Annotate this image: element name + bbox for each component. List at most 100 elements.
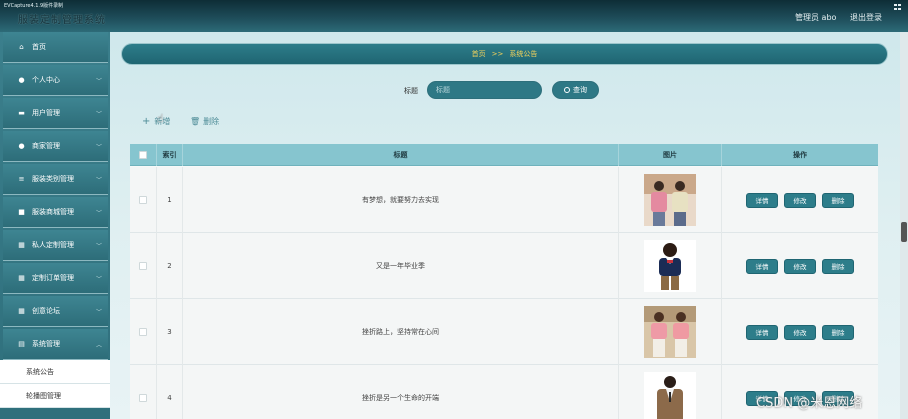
search-icon [564,87,570,93]
pin-icon: ● [18,142,25,150]
row-actions: 详情 修改 删除 [722,167,878,233]
main-content: 首页 >> 系统公告 标题 查询 + 新增 🗑 删除 ☝ 索引 标题 图片 操作… [110,32,908,419]
sidebar-item-merchants[interactable]: ● 商家管理 ﹀ [3,131,108,162]
plus-icon: + [142,116,151,127]
clothing-thumbnail [644,372,696,419]
chevron-down-icon: ﹀ [95,210,102,217]
row-title: 挫折是另一个生命的开端 [183,365,619,419]
table-row: 3 挫折路上，坚持常在心间 详情 修改 删除 [130,299,878,365]
row-select[interactable] [130,233,157,299]
header-actions: 操作 [793,151,807,159]
announcement-table: 索引 标题 图片 操作 1 有梦想，就要努力去实现 详情 修改 删除 2 又是一… [130,144,878,419]
edit-button[interactable]: 修改 [784,258,816,274]
header-title: 标题 [183,144,619,166]
app-title: 服装定制管理系统 [18,15,106,26]
row-title: 有梦想，就要努力去实现 [183,167,619,233]
sidebar-item-profile[interactable]: ● 个人中心 ﹀ [3,65,108,96]
breadcrumb-home[interactable]: 首页 [472,49,486,59]
sidebar-item-home[interactable]: ⌂ 首页 [3,32,108,63]
scrollbar-thumb[interactable] [901,222,907,242]
sidebar-item-label: 定制订单管理 [32,274,74,282]
row-image-cell [619,299,722,365]
detail-button[interactable]: 详情 [746,258,778,274]
window-grid-icon[interactable] [894,4,902,11]
breadcrumb: 首页 >> 系统公告 [121,43,888,65]
row-index: 2 [157,233,183,299]
grid-icon: ▦ [18,274,25,282]
sidebar-item-label: 首页 [32,43,46,51]
detail-button[interactable]: 详情 [746,324,778,340]
edit-button[interactable]: 修改 [784,192,816,208]
sidebar-subitem-announcements[interactable]: 系统公告 [0,360,110,384]
header-image: 图片 [619,144,722,166]
sidebar-item-clothing-mall[interactable]: ■ 服装商城管理 ﹀ [3,197,108,228]
book-icon: ■ [18,208,25,216]
delete-button[interactable]: 删除 [822,258,854,274]
clothing-thumbnail [644,240,696,292]
chevron-down-icon: ﹀ [95,144,102,151]
batch-delete-button[interactable]: 🗑 删除 [190,116,219,127]
hand-cursor-icon: ☝ [157,112,164,125]
select-all-checkbox[interactable] [139,151,147,159]
current-user: 管理员 abo [795,13,837,22]
sidebar-item-users[interactable]: ▬ 用户管理 ﹀ [3,98,108,129]
chevron-down-icon: ﹀ [95,243,102,250]
sidebar-item-clothing-category[interactable]: ≡ 服装类别管理 ﹀ [3,164,108,195]
detail-button[interactable]: 详情 [746,192,778,208]
clothing-thumbnail [644,306,696,358]
logout-link[interactable]: 退出登录 [850,12,882,23]
sliders-icon: ≡ [18,175,25,183]
search-label: 标题 [404,87,418,95]
table-header: 索引 标题 图片 操作 [130,144,878,166]
sidebar-item-forum[interactable]: ▦ 创意论坛 ﹀ [3,296,108,327]
top-bar: EVCapture4.1.9版件录制 服装定制管理系统 管理员 abo 退出登录 [0,0,908,32]
sidebar-item-private-custom[interactable]: ▦ 私人定制管理 ﹀ [3,230,108,261]
header-index: 索引 [157,144,183,166]
trash-icon: 🗑 [190,117,201,126]
row-actions: 详情 修改 删除 [722,299,878,365]
delete-button[interactable]: 删除 [822,192,854,208]
server-icon: ▤ [18,340,25,348]
home-icon: ⌂ [19,43,24,51]
row-select[interactable] [130,299,157,365]
delete-button[interactable]: 删除 [822,324,854,340]
breadcrumb-current: 系统公告 [509,50,538,58]
breadcrumb-separator: >> [491,50,504,58]
user-icon: ● [18,76,25,84]
search-button[interactable]: 查询 [552,81,599,99]
edit-button[interactable]: 修改 [784,324,816,340]
sidebar-item-label: 服装类别管理 [32,175,74,183]
row-select[interactable] [130,365,157,419]
chevron-down-icon: ﹀ [95,309,102,316]
row-checkbox[interactable] [139,394,147,402]
row-checkbox[interactable] [139,196,147,204]
sidebar-item-label: 创意论坛 [32,307,60,315]
sidebar-item-label: 商家管理 [32,142,60,150]
search-input[interactable] [427,81,542,99]
sidebar-item-label: 个人中心 [32,76,60,84]
chevron-down-icon: ﹀ [95,177,102,184]
sidebar-item-system[interactable]: ▤ 系统管理 ︿ [3,329,108,360]
header-select-all[interactable] [130,144,157,166]
table-row: 2 又是一年毕业季 详情 修改 删除 [130,233,878,299]
table-row: 1 有梦想，就要努力去实现 详情 修改 删除 [130,167,878,233]
sidebar: ⌂ 首页 ● 个人中心 ﹀ ▬ 用户管理 ﹀ ● 商家管理 ﹀ ≡ 服装类别管理… [0,32,110,419]
row-title: 又是一年毕业季 [183,233,619,299]
id-card-icon: ▬ [18,109,25,117]
row-checkbox[interactable] [139,328,147,336]
clothing-thumbnail [644,174,696,226]
sidebar-item-custom-orders[interactable]: ▦ 定制订单管理 ﹀ [3,263,108,294]
sidebar-item-label: 服装商城管理 [32,208,74,216]
row-select[interactable] [130,167,157,233]
row-checkbox[interactable] [139,262,147,270]
sidebar-subitem-carousel[interactable]: 轮播图管理 [0,384,110,408]
chevron-down-icon: ﹀ [95,111,102,118]
delete-button-label: 删除 [203,117,220,126]
sidebar-item-label: 私人定制管理 [32,241,74,249]
chevron-up-icon: ︿ [95,342,102,349]
row-index: 3 [157,299,183,365]
row-image-cell [619,365,722,419]
row-image-cell [619,233,722,299]
row-index: 1 [157,167,183,233]
row-index: 4 [157,365,183,419]
